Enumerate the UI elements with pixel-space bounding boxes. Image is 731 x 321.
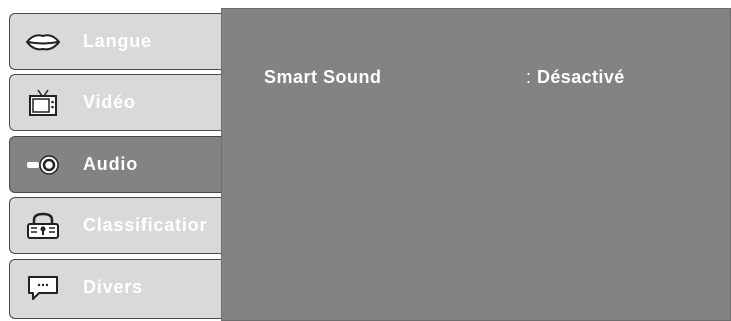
lips-icon bbox=[25, 28, 61, 56]
audio-settings-panel: Smart Sound : Désactivé bbox=[221, 8, 731, 321]
setting-value[interactable]: Désactivé bbox=[537, 67, 625, 88]
tab-divers[interactable]: Divers bbox=[9, 259, 221, 319]
tab-label: Divers bbox=[83, 277, 143, 297]
tab-label: Langue bbox=[83, 31, 152, 51]
tv-icon bbox=[25, 89, 61, 117]
tab-langue[interactable]: Langue bbox=[9, 13, 221, 70]
tab-classification[interactable]: Classificatior bbox=[9, 197, 221, 254]
padlock-icon bbox=[25, 212, 61, 240]
speaker-icon bbox=[25, 151, 61, 179]
smart-sound-setting[interactable]: Smart Sound : Désactivé bbox=[264, 67, 724, 97]
tab-label: Vidéo bbox=[83, 92, 136, 112]
tab-label: Audio bbox=[83, 154, 138, 174]
tab-video[interactable]: Vidéo bbox=[9, 74, 221, 131]
speech-bubble-icon bbox=[25, 274, 61, 302]
setting-separator: : bbox=[526, 67, 532, 87]
setting-label: Smart Sound bbox=[264, 67, 382, 87]
tab-label: Classificatior bbox=[83, 215, 208, 235]
tab-audio[interactable]: Audio bbox=[9, 136, 221, 193]
